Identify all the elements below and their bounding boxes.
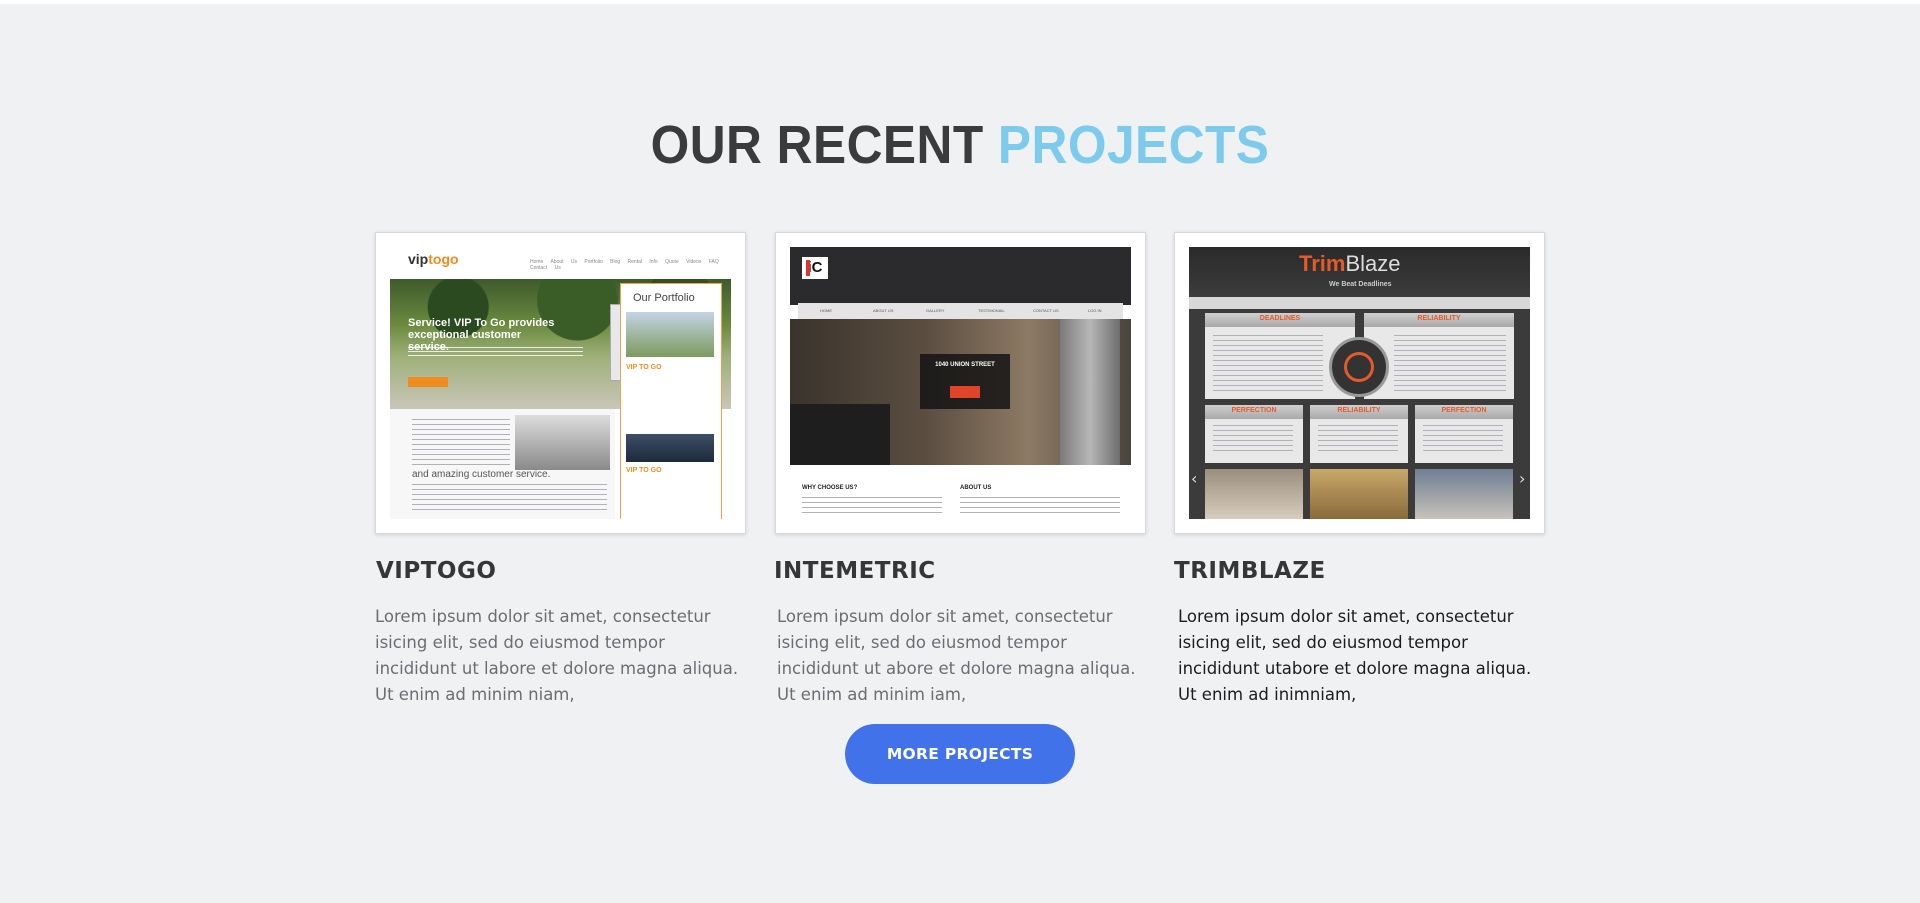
chevron-left-icon: ‹ bbox=[1191, 469, 1198, 488]
project-thumbnail-trimblaze[interactable]: TrimBlaze We Beat Deadlines DEADLINES RE… bbox=[1174, 232, 1545, 534]
intemetric-preview: iC HOME ABOUT US GALLERY TESTIMONIAL CON… bbox=[790, 247, 1131, 519]
project-thumbnail-viptogo[interactable]: viptogo Home About Us Portfolio Blog Ren… bbox=[375, 232, 746, 534]
viptogo-portfolio-box: Our Portfolio VIP TO GO VIP TO GO bbox=[620, 283, 722, 519]
project-description-intemetric: Lorem ipsum dolor sit amet, consectetur … bbox=[777, 607, 1136, 704]
project-title-intemetric[interactable]: INTEMETRIC bbox=[774, 558, 936, 584]
intemetric-logo: iC bbox=[802, 257, 828, 279]
trimblaze-emblem bbox=[1329, 337, 1389, 397]
trimblaze-preview: TrimBlaze We Beat Deadlines DEADLINES RE… bbox=[1189, 247, 1530, 519]
project-title-viptogo[interactable]: VIPTOGO bbox=[376, 558, 496, 584]
viptogo-preview: viptogo Home About Us Portfolio Blog Ren… bbox=[390, 247, 731, 519]
trimblaze-logo: TrimBlaze bbox=[1299, 251, 1401, 276]
project-description-trimblaze: Lorem ipsum dolor sit amet, consectetur … bbox=[1178, 607, 1532, 704]
project-description-viptogo: Lorem ipsum dolor sit amet, consectetur … bbox=[375, 607, 739, 704]
chevron-right-icon: › bbox=[1519, 469, 1526, 488]
viptogo-quote-button bbox=[408, 377, 448, 387]
heading-accent: PROJECTS bbox=[997, 115, 1270, 175]
trimblaze-tagline: We Beat Deadlines bbox=[1329, 281, 1392, 288]
viptogo-nav: Home About Us Portfolio Blog Rental Info… bbox=[530, 259, 719, 271]
project-title-trimblaze[interactable]: TRIMBLAZE bbox=[1174, 558, 1326, 584]
intemetric-hero-image: 1040 UNION STREET bbox=[790, 319, 1131, 465]
intemetric-hero-text: 1040 UNION STREET bbox=[935, 362, 995, 368]
more-projects-button[interactable]: MORE PROJECTS bbox=[845, 724, 1075, 784]
intemetric-nav: HOME ABOUT US GALLERY TESTIMONIAL CONTAC… bbox=[798, 303, 1123, 319]
trimblaze-nav bbox=[1189, 297, 1530, 309]
project-thumbnail-intemetric[interactable]: iC HOME ABOUT US GALLERY TESTIMONIAL CON… bbox=[775, 232, 1146, 534]
section-heading: OUR RECENT PROJECTS bbox=[77, 114, 1843, 176]
viptogo-logo: viptogo bbox=[408, 251, 459, 267]
viptogo-body-heading: and amazing customer service. bbox=[412, 469, 551, 480]
heading-main: OUR RECENT bbox=[650, 115, 984, 175]
